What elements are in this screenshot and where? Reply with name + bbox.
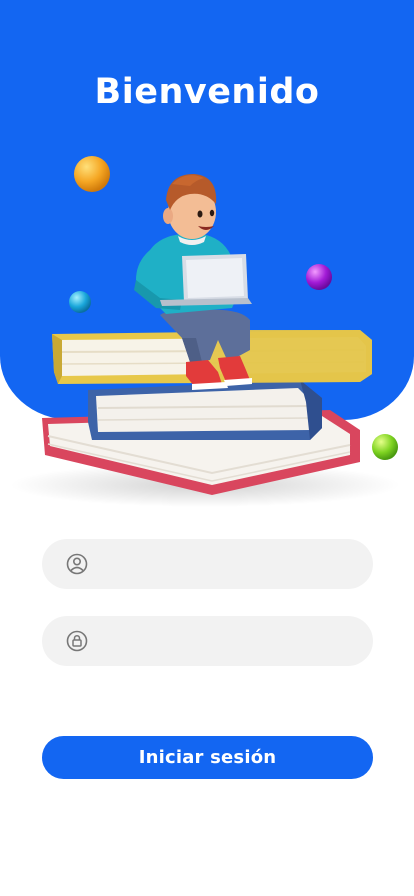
login-button[interactable]: Iniciar sesión [42, 736, 373, 779]
student-books-illustration [10, 156, 400, 507]
lock-icon [66, 630, 88, 652]
page-title: Bienvenido [94, 72, 320, 112]
purple-sphere [306, 264, 332, 290]
username-field[interactable] [42, 539, 373, 589]
login-screen: Bienvenido Iniciar sesión [0, 0, 414, 896]
password-field[interactable] [42, 616, 373, 666]
teal-sphere [69, 291, 91, 313]
user-circle-icon [66, 553, 88, 575]
green-sphere [372, 434, 398, 460]
orange-sphere [74, 156, 110, 192]
password-input[interactable] [100, 620, 364, 662]
username-input[interactable] [100, 543, 364, 585]
